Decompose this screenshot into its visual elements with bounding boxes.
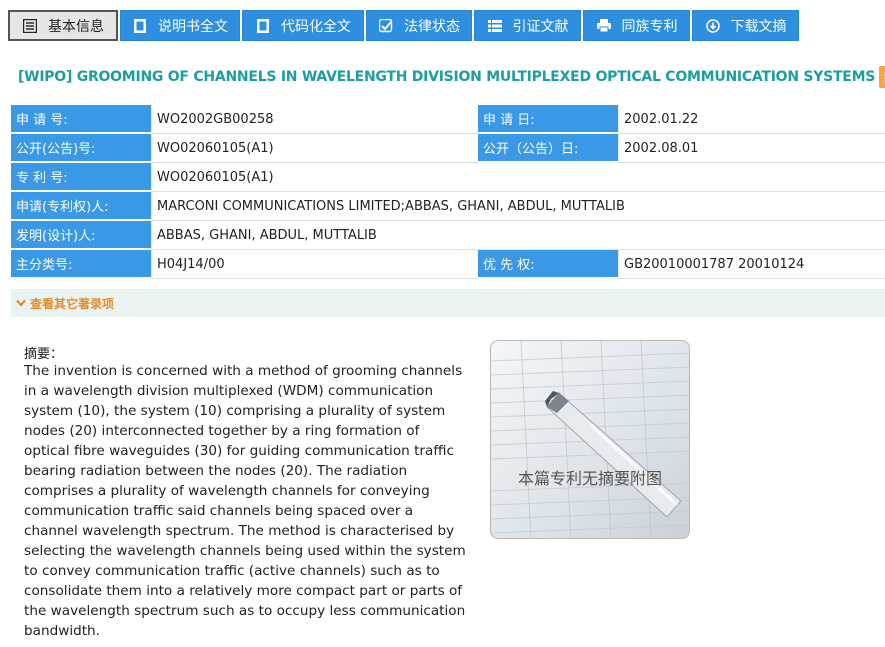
- document-icon: [255, 18, 271, 34]
- list-icon: [487, 18, 503, 34]
- printer-icon: [596, 18, 612, 34]
- patent-number-label: 专 利 号:: [11, 163, 151, 192]
- download-icon: [705, 18, 721, 34]
- chevron-down-icon: [16, 299, 26, 307]
- application-number-label: 申 请 号:: [11, 105, 151, 134]
- pen-and-paper-illustration: [491, 341, 689, 538]
- abstract-text: The invention is concerned with a method…: [24, 363, 466, 639]
- tab-citations[interactable]: 引证文献: [474, 10, 581, 41]
- bibliographic-table: 申 请 号: WO2002GB00258 申 请 日: 2002.01.22 公…: [11, 105, 885, 279]
- abstract-label: 摘要：: [24, 347, 64, 362]
- main-class-value: H04J14/00: [151, 250, 478, 279]
- inventor-label: 发明(设计)人:: [11, 221, 151, 250]
- publication-date-value: 2002.08.01: [618, 134, 885, 163]
- tab-label: 基本信息: [48, 18, 104, 35]
- tab-download-abstract[interactable]: 下载文摘: [692, 10, 799, 41]
- tab-label: 代码化全文: [281, 18, 351, 35]
- application-number-value: WO2002GB00258: [151, 105, 478, 134]
- inventor-value: ABBAS, GHANI, ABDUL, MUTTALIB: [151, 221, 885, 250]
- table-row: 专 利 号: WO02060105(A1): [11, 163, 885, 192]
- tab-label: 法律状态: [404, 18, 460, 35]
- no-abstract-image-placeholder: 本篇专利无摘要附图: [490, 340, 690, 539]
- list-document-icon: [22, 18, 38, 34]
- table-row: 主分类号: H04J14/00 优 先 权: GB20010001787 200…: [11, 250, 885, 279]
- publication-number-label: 公开(公告)号:: [11, 134, 151, 163]
- table-row: 申 请 号: WO2002GB00258 申 请 日: 2002.01.22: [11, 105, 885, 134]
- no-image-caption: 本篇专利无摘要附图: [517, 469, 662, 488]
- applicant-label: 申请(专利权)人:: [11, 192, 151, 221]
- patent-title: [WIPO] GROOMING OF CHANNELS IN WAVELENGT…: [18, 69, 876, 85]
- tab-family-patents[interactable]: 同族专利: [583, 10, 690, 41]
- table-row: 公开(公告)号: WO02060105(A1) 公开（公告）日: 2002.08…: [11, 134, 885, 163]
- table-row: 发明(设计)人: ABBAS, GHANI, ABDUL, MUTTALIB: [11, 221, 885, 250]
- tab-label: 说明书全文: [158, 18, 228, 35]
- table-row: 申请(专利权)人: MARCONI COMMUNICATIONS LIMITED…: [11, 192, 885, 221]
- checkbox-icon: [378, 18, 394, 34]
- applicant-value: MARCONI COMMUNICATIONS LIMITED;ABBAS, GH…: [151, 192, 885, 221]
- tab-coded-fulltext[interactable]: 代码化全文: [242, 10, 364, 41]
- tab-label: 同族专利: [621, 18, 678, 35]
- tab-basic-info[interactable]: 基本信息: [8, 10, 118, 41]
- view-more-label: 查看其它著录项: [30, 296, 115, 311]
- tab-label: 引证文献: [512, 18, 569, 35]
- application-date-value: 2002.01.22: [618, 105, 885, 134]
- priority-label: 优 先 权:: [478, 250, 618, 279]
- priority-value: GB20010001787 20010124: [618, 250, 885, 279]
- translate-button[interactable]: 翻译: [879, 66, 885, 88]
- tab-legal-status[interactable]: 法律状态: [366, 10, 472, 41]
- patent-number-value: WO02060105(A1): [151, 163, 885, 192]
- view-more-bibliographic-link[interactable]: 查看其它著录项: [11, 289, 885, 317]
- title-row: [WIPO] GROOMING OF CHANNELS IN WAVELENGT…: [18, 66, 885, 88]
- publication-date-label: 公开（公告）日:: [478, 134, 618, 163]
- application-date-label: 申 请 日:: [478, 105, 618, 134]
- document-icon: [132, 18, 148, 34]
- main-class-label: 主分类号:: [11, 250, 151, 279]
- publication-number-value: WO02060105(A1): [151, 134, 478, 163]
- tab-specification-fulltext[interactable]: 说明书全文: [120, 10, 240, 41]
- tab-bar: 基本信息 说明书全文 代码化全文 法律状态 引证文献 同族专利 下载文摘: [8, 10, 799, 41]
- tab-label: 下载文摘: [730, 18, 787, 35]
